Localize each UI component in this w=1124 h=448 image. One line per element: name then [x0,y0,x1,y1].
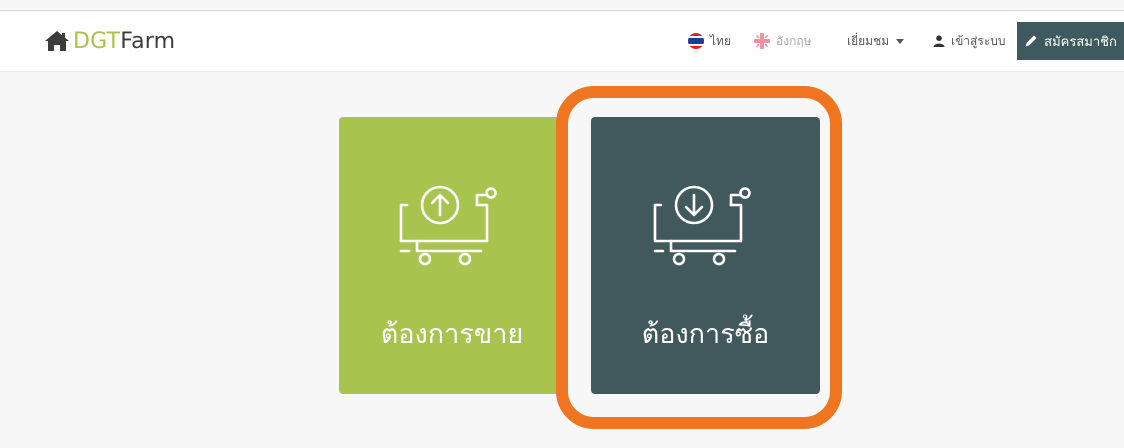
brand-name-dgt: DGT [73,28,121,54]
login-link[interactable]: เข้าสู่ระบบ [933,29,1006,53]
sell-label: ต้องการขาย [380,319,524,350]
signup-button[interactable]: สมัครสมาชิก [1017,22,1124,60]
lang-english-link[interactable]: อังกฤษ [754,29,812,53]
user-icon [933,35,945,47]
uk-flag-icon [754,33,770,49]
brand-logo[interactable]: DGT Farm [44,27,175,55]
lang-thai-label: ไทย [710,33,731,48]
pencil-icon [1025,35,1037,47]
buy-card[interactable]: ต้องการซื้อ [591,117,820,394]
lang-thai-link[interactable]: ไทย [688,29,731,53]
browse-dropdown[interactable]: เยี่ยมชม [847,29,905,53]
thai-flag-icon [688,33,704,49]
browse-label: เยี่ยมชม [847,33,890,48]
signup-label: สมัครสมาชิก [1044,34,1117,50]
brand-name-farm: Farm [120,28,176,54]
home-icon [45,31,69,51]
buy-label: ต้องการซื้อ [641,319,770,350]
top-navbar: DGTFarm ไทย อังกฤษ เยี่ยมชม เข้าสู่ระบบ [0,10,1124,72]
caret-down-icon [896,38,905,44]
lang-english-label: อังกฤษ [776,33,812,48]
login-label: เข้าสู่ระบบ [951,33,1006,48]
cart-download-icon [653,185,751,266]
cart-upload-icon [399,185,497,266]
sell-card[interactable]: ต้องการขาย [339,117,565,394]
